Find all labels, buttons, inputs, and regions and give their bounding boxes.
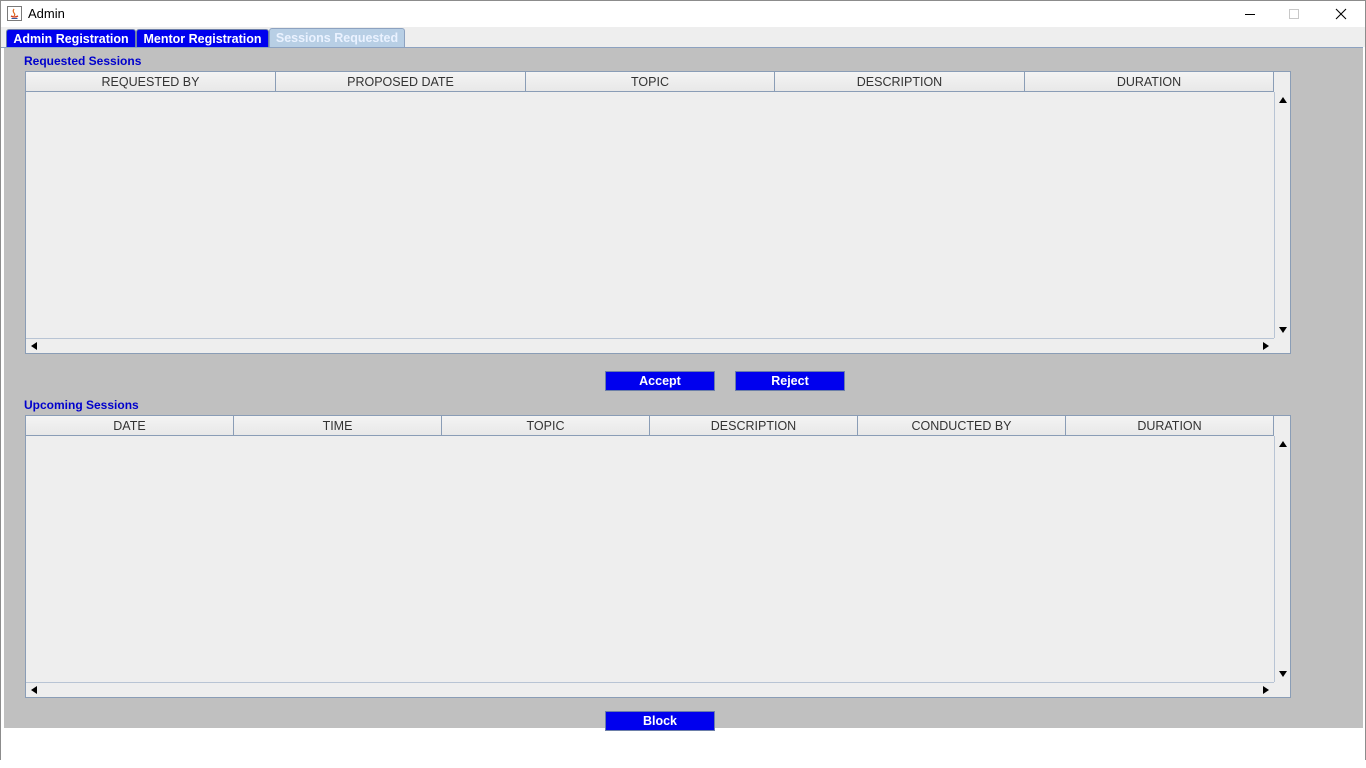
column-header[interactable]: CONDUCTED BY — [858, 416, 1066, 436]
upcoming-table-header: DATE TIME TOPIC DESCRIPTION CONDUCTED BY… — [26, 416, 1274, 436]
scroll-right-arrow[interactable] — [1259, 683, 1273, 697]
column-header[interactable]: DURATION — [1025, 72, 1274, 92]
scroll-up-arrow[interactable] — [1276, 437, 1290, 451]
requested-sessions-table: REQUESTED BY PROPOSED DATE TOPIC DESCRIP… — [25, 71, 1291, 354]
minimize-button[interactable] — [1227, 1, 1273, 27]
scroll-right-arrow[interactable] — [1259, 339, 1273, 353]
triangle-left-icon — [31, 342, 37, 350]
requested-table-body[interactable] — [26, 92, 1274, 338]
triangle-right-icon — [1263, 686, 1269, 694]
column-header[interactable]: DATE — [26, 416, 234, 436]
sessions-panel: Requested Sessions REQUESTED BY PROPOSED… — [4, 48, 1363, 731]
column-header[interactable]: DESCRIPTION — [650, 416, 858, 436]
tab-sessions-requested[interactable]: Sessions Requested — [269, 28, 405, 47]
upcoming-sessions-label: Upcoming Sessions — [24, 398, 139, 412]
bottom-edge — [0, 760, 1366, 768]
maximize-icon — [1289, 9, 1299, 19]
accept-button[interactable]: Accept — [605, 371, 715, 391]
scroll-left-arrow[interactable] — [27, 339, 41, 353]
triangle-down-icon — [1279, 327, 1287, 333]
column-header[interactable]: DURATION — [1066, 416, 1274, 436]
tab-admin-registration[interactable]: Admin Registration — [6, 29, 136, 47]
scroll-up-arrow[interactable] — [1276, 93, 1290, 107]
column-header[interactable]: PROPOSED DATE — [276, 72, 526, 92]
java-app-icon — [7, 6, 22, 21]
upcoming-table-body[interactable] — [26, 436, 1274, 682]
column-header[interactable]: DESCRIPTION — [775, 72, 1025, 92]
column-header[interactable]: TOPIC — [526, 72, 775, 92]
reject-button[interactable]: Reject — [735, 371, 845, 391]
upcoming-sessions-table: DATE TIME TOPIC DESCRIPTION CONDUCTED BY… — [25, 415, 1291, 698]
requested-table-header: REQUESTED BY PROPOSED DATE TOPIC DESCRIP… — [26, 72, 1274, 92]
tab-mentor-registration[interactable]: Mentor Registration — [136, 29, 269, 47]
scroll-down-arrow[interactable] — [1276, 323, 1290, 337]
window-title: Admin — [28, 6, 65, 21]
close-button[interactable] — [1318, 1, 1364, 27]
triangle-up-icon — [1279, 441, 1287, 447]
upcoming-vertical-scrollbar[interactable] — [1274, 436, 1290, 682]
triangle-left-icon — [31, 686, 37, 694]
title-bar: Admin — [1, 1, 1365, 27]
upcoming-horizontal-scrollbar[interactable] — [26, 682, 1274, 697]
maximize-button[interactable] — [1271, 1, 1317, 27]
block-button[interactable]: Block — [605, 711, 715, 731]
close-icon — [1335, 8, 1347, 20]
triangle-right-icon — [1263, 342, 1269, 350]
minimize-icon — [1245, 14, 1255, 15]
column-header[interactable]: TIME — [234, 416, 442, 436]
requested-sessions-label: Requested Sessions — [24, 54, 142, 68]
requested-vertical-scrollbar[interactable] — [1274, 92, 1290, 338]
scroll-down-arrow[interactable] — [1276, 667, 1290, 681]
requested-horizontal-scrollbar[interactable] — [26, 338, 1274, 353]
scroll-left-arrow[interactable] — [27, 683, 41, 697]
column-header[interactable]: REQUESTED BY — [26, 72, 276, 92]
column-header[interactable]: TOPIC — [442, 416, 650, 436]
triangle-up-icon — [1279, 97, 1287, 103]
tab-strip: Admin Registration Mentor Registration S… — [1, 27, 1365, 47]
triangle-down-icon — [1279, 671, 1287, 677]
